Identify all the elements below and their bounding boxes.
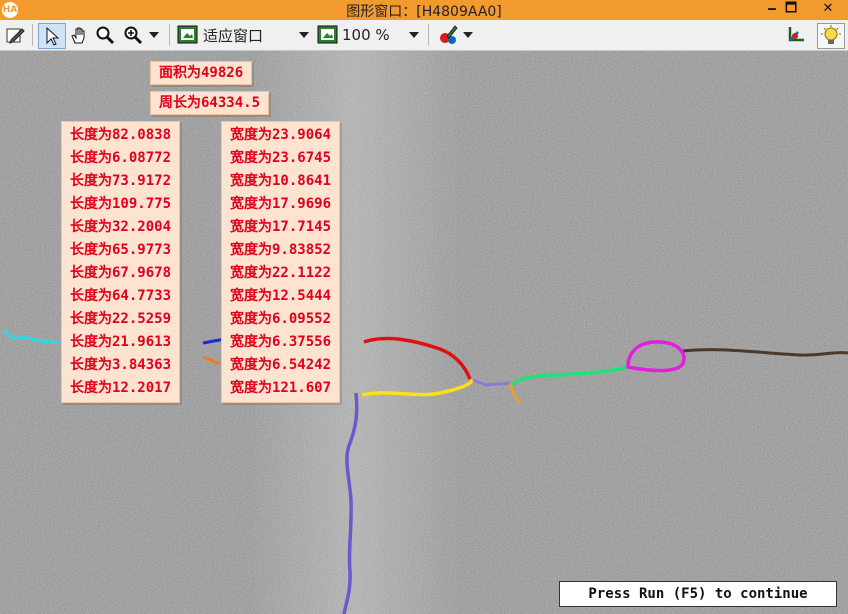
width-item: 宽度为10.8641 [230, 173, 332, 189]
color-dropdown-button[interactable] [434, 23, 476, 47]
perimeter-label: 周长为64334.5 [150, 91, 270, 115]
length-item: 长度为64.7733 [70, 288, 172, 304]
magnify-tool-button[interactable] [93, 23, 117, 47]
area-label: 面积为49826 [150, 61, 253, 85]
width-item: 宽度为6.37556 [230, 334, 332, 350]
pan-hand-icon [71, 27, 85, 44]
width-item: 宽度为23.6745 [230, 150, 332, 166]
chevron-down-icon [409, 32, 419, 38]
width-item: 宽度为22.1122 [230, 265, 332, 281]
length-item: 长度为109.775 [70, 196, 172, 212]
length-item: 长度为6.08772 [70, 150, 172, 166]
width-item: 宽度为17.7145 [230, 219, 332, 235]
fit-option-label: 适应窗口 [203, 26, 264, 45]
width-item: 宽度为17.9696 [230, 196, 332, 212]
width-item: 宽度为6.54242 [230, 357, 332, 373]
continue-message: Press Run (F5) to continue [559, 581, 837, 607]
length-item: 长度为82.0838 [70, 127, 172, 143]
magnifier-icon [96, 26, 115, 45]
width-item: 宽度为12.5444 [230, 288, 332, 304]
maximize-button[interactable]: 🗖 [776, 0, 806, 20]
fit-window-icon [177, 25, 198, 44]
width-list: 宽度为23.9064 宽度为23.6745 宽度为10.8641 宽度为17.9… [221, 121, 341, 403]
title-bar: HA 图形窗口：[H4809AA0] 🗕 🗖 ✕ [0, 0, 848, 20]
zoom-dropdown-button[interactable] [119, 23, 163, 47]
chevron-down-icon [149, 32, 159, 38]
length-item: 长度为65.9773 [70, 242, 172, 258]
fit-window-combo[interactable]: 适应窗口 [177, 23, 311, 47]
chevron-down-icon [299, 32, 309, 38]
zoom-image-icon [317, 25, 338, 44]
zoom-in-icon [124, 26, 143, 45]
length-item: 长度为73.9172 [70, 173, 172, 189]
axes-button[interactable] [783, 23, 807, 47]
edit-icon [6, 28, 25, 44]
lightbulb-icon [821, 25, 841, 44]
width-item: 宽度为6.09552 [230, 311, 332, 327]
pan-tool-button[interactable] [67, 23, 91, 47]
length-item: 长度为32.2004 [70, 219, 172, 235]
width-item: 宽度为121.607 [230, 380, 332, 396]
width-item: 宽度为23.9064 [230, 127, 332, 143]
edit-button[interactable] [3, 23, 27, 47]
image-canvas[interactable]: 面积为49826 周长为64334.5 长度为82.0838 长度为6.0877… [0, 51, 848, 614]
length-item: 长度为12.2017 [70, 380, 172, 396]
color-palette-icon [439, 25, 458, 44]
length-item: 长度为21.9613 [70, 334, 172, 350]
width-item: 宽度为9.83852 [230, 242, 332, 258]
length-item: 长度为22.5259 [70, 311, 172, 327]
window-title: 图形窗口：[H4809AA0] [346, 4, 502, 20]
lamp-button[interactable] [817, 23, 845, 49]
length-item: 长度为3.84363 [70, 357, 172, 373]
zoom-percent-label: 100 % [342, 26, 390, 44]
toolbar: 适应窗口 100 % [0, 20, 848, 51]
chevron-down-icon [462, 32, 473, 38]
axes-icon [788, 27, 804, 42]
select-tool-button[interactable] [38, 23, 66, 49]
close-button[interactable]: ✕ [813, 0, 843, 20]
zoom-percent-combo[interactable]: 100 % [317, 23, 421, 47]
length-list: 长度为82.0838 长度为6.08772 长度为73.9172 长度为109.… [61, 121, 181, 403]
length-item: 长度为67.9678 [70, 265, 172, 281]
select-arrow-icon [46, 26, 60, 46]
